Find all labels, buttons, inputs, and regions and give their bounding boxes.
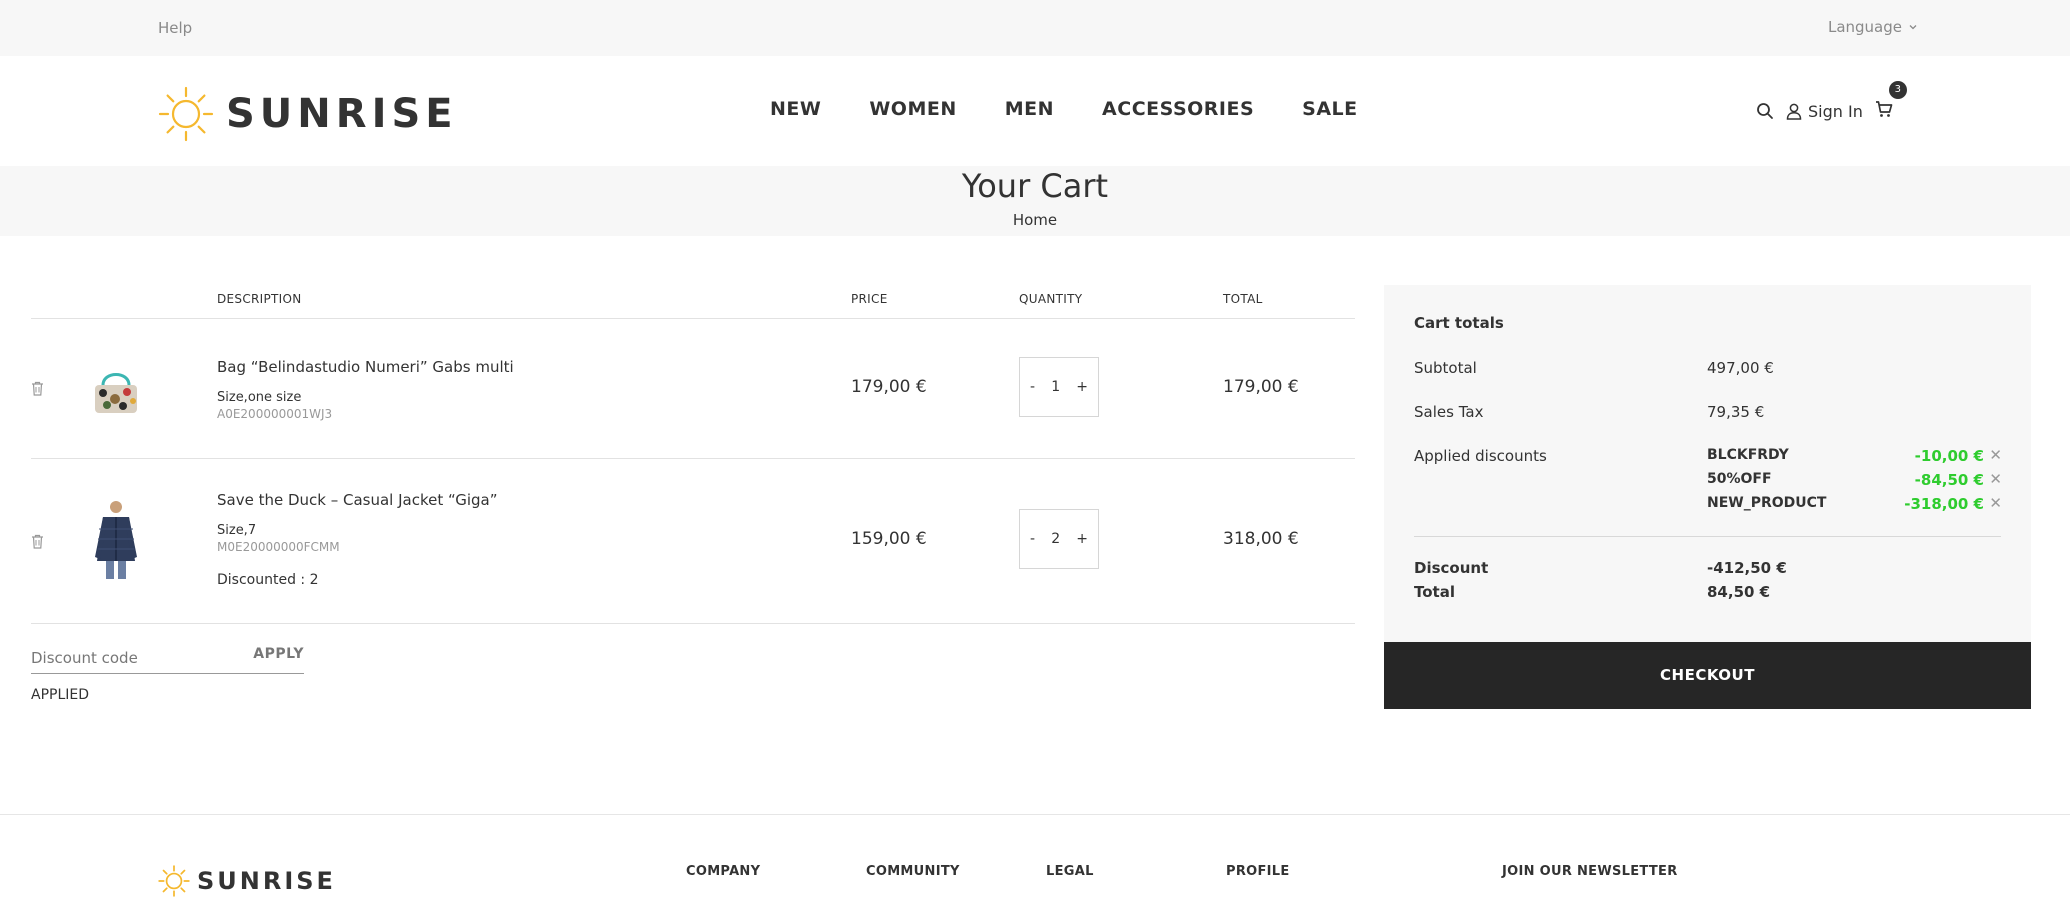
quantity-stepper: - 2 + — [1019, 509, 1099, 569]
site-header: SUNRISE NEW WOMEN MEN ACCESSORIES SALE S… — [0, 56, 2070, 166]
table-header: DESCRIPTION PRICE QUANTITY TOTAL — [31, 284, 1355, 319]
quantity-stepper: - 1 + — [1019, 357, 1099, 417]
discount-amount: -84,50 € — [1914, 471, 1984, 489]
discount-status: APPLIED — [31, 687, 90, 703]
sun-icon — [158, 865, 190, 897]
nav-item-new[interactable]: NEW — [770, 98, 821, 120]
apply-discount-button[interactable]: APPLY — [253, 646, 304, 662]
remove-discount-icon[interactable]: ✕ — [1989, 470, 2002, 488]
discount-code: NEW_PRODUCT — [1707, 495, 1827, 511]
chevron-down-icon — [1909, 25, 1917, 30]
sign-in-link[interactable]: Sign In — [1786, 102, 1863, 121]
product-sku: M0E20000000FCMM — [217, 540, 340, 554]
language-label: Language — [1827, 18, 1902, 36]
nav-item-women[interactable]: WOMEN — [869, 98, 956, 120]
discount-total-value: -412,50 € — [1707, 559, 1787, 577]
cart-count-badge: 3 — [1888, 81, 1907, 99]
help-link[interactable]: Help — [158, 19, 192, 37]
header-actions: Sign In 3 — [1756, 81, 1907, 122]
language-selector[interactable]: Language — [1828, 18, 1918, 36]
cart-row: Bag “Belindastudio Numeri” Gabs multi Si… — [31, 319, 1355, 459]
product-description: Save the Duck – Casual Jacket “Giga” Siz… — [217, 491, 498, 588]
remove-discount-icon[interactable]: ✕ — [1989, 446, 2002, 464]
remove-discount-icon[interactable]: ✕ — [1989, 494, 2002, 512]
cart-totals-title: Cart totals — [1414, 314, 1504, 332]
trash-icon[interactable] — [31, 381, 44, 396]
sign-in-label: Sign In — [1808, 101, 1863, 121]
nav-item-sale[interactable]: SALE — [1302, 98, 1357, 120]
checkout-button[interactable]: CHECKOUT — [1384, 642, 2031, 709]
quantity-increase-button[interactable]: + — [1076, 531, 1088, 547]
grand-total-value: 84,50 € — [1707, 583, 1771, 601]
footer-brand-name: SUNRISE — [197, 867, 336, 895]
breadcrumb[interactable]: Home — [0, 211, 2070, 229]
footer-col-community: COMMUNITY — [866, 864, 960, 879]
quantity-decrease-button[interactable]: - — [1030, 531, 1035, 547]
applied-discounts-label: Applied discounts — [1414, 447, 1547, 465]
grand-total-label: Total — [1414, 583, 1455, 601]
product-name[interactable]: Save the Duck – Casual Jacket “Giga” — [217, 491, 498, 509]
quantity-increase-button[interactable]: + — [1076, 379, 1088, 395]
product-name[interactable]: Bag “Belindastudio Numeri” Gabs multi — [217, 358, 514, 376]
header-quantity: QUANTITY — [1019, 292, 1083, 306]
page-title: Your Cart — [961, 167, 1109, 205]
subtotal-label: Subtotal — [1414, 359, 1477, 377]
subtotal-value: 497,00 € — [1707, 359, 1774, 377]
site-footer: SUNRISE COMPANY COMMUNITY LEGAL PROFILE … — [0, 814, 2070, 903]
discount-total-label: Discount — [1414, 559, 1489, 577]
quantity-value[interactable]: 2 — [1051, 531, 1060, 547]
footer-logo[interactable]: SUNRISE — [158, 865, 336, 897]
sales-tax-label: Sales Tax — [1414, 403, 1484, 421]
user-icon — [1786, 103, 1802, 120]
product-size: Size,7 — [217, 523, 257, 538]
discount-amount: -10,00 € — [1914, 447, 1984, 465]
cart-row: Save the Duck – Casual Jacket “Giga” Siz… — [31, 459, 1355, 624]
totals-divider — [1414, 536, 2001, 537]
product-image-jacket[interactable] — [89, 499, 143, 581]
discount-code-form: APPLY APPLIED — [31, 646, 304, 703]
quantity-value[interactable]: 1 — [1051, 379, 1060, 395]
cart-totals-panel: Cart totals Subtotal 497,00 € Sales Tax … — [1384, 285, 2031, 642]
brand-name: SUNRISE — [226, 91, 458, 137]
product-price: 179,00 € — [851, 377, 927, 397]
header-price: PRICE — [851, 292, 888, 306]
product-size: Size,one size — [217, 390, 302, 405]
discounted-quantity: Discounted : 2 — [217, 572, 319, 588]
footer-col-profile: PROFILE — [1226, 864, 1290, 879]
nav-item-accessories[interactable]: ACCESSORIES — [1102, 98, 1254, 120]
footer-col-legal: LEGAL — [1046, 864, 1094, 879]
line-total: 179,00 € — [1223, 377, 1299, 397]
discount-code-input[interactable] — [31, 649, 241, 667]
footer-col-newsletter: JOIN OUR NEWSLETTER — [1502, 864, 1678, 879]
discount-input-wrap: APPLY — [31, 646, 304, 674]
trash-icon[interactable] — [31, 534, 44, 549]
line-total: 318,00 € — [1223, 529, 1299, 549]
sales-tax-value: 79,35 € — [1707, 403, 1765, 421]
cart-button[interactable]: 3 — [1875, 81, 1907, 122]
product-sku: A0E200000001WJ3 — [217, 407, 333, 421]
cart-icon — [1875, 101, 1893, 117]
main-nav: NEW WOMEN MEN ACCESSORIES SALE — [770, 98, 1358, 120]
cart-table: DESCRIPTION PRICE QUANTITY TOTAL Bag “Be… — [31, 284, 1355, 624]
top-utility-bar: Help Language — [0, 0, 2070, 56]
footer-col-company: COMPANY — [686, 864, 761, 879]
page-title-bar: Your Cart Home — [0, 166, 2070, 236]
quantity-decrease-button[interactable]: - — [1030, 379, 1035, 395]
discount-amount: -318,00 € — [1904, 495, 1984, 513]
product-image-bag[interactable] — [89, 369, 143, 415]
header-description: DESCRIPTION — [217, 292, 302, 306]
product-description: Bag “Belindastudio Numeri” Gabs multi Si… — [217, 358, 514, 421]
discount-code: 50%OFF — [1707, 471, 1772, 487]
search-icon[interactable] — [1756, 102, 1774, 120]
sun-icon — [158, 86, 214, 142]
discount-code: BLCKFRDY — [1707, 447, 1789, 463]
header-total: TOTAL — [1223, 292, 1263, 306]
product-price: 159,00 € — [851, 529, 927, 549]
nav-item-men[interactable]: MEN — [1005, 98, 1054, 120]
brand-logo[interactable]: SUNRISE — [158, 86, 458, 142]
